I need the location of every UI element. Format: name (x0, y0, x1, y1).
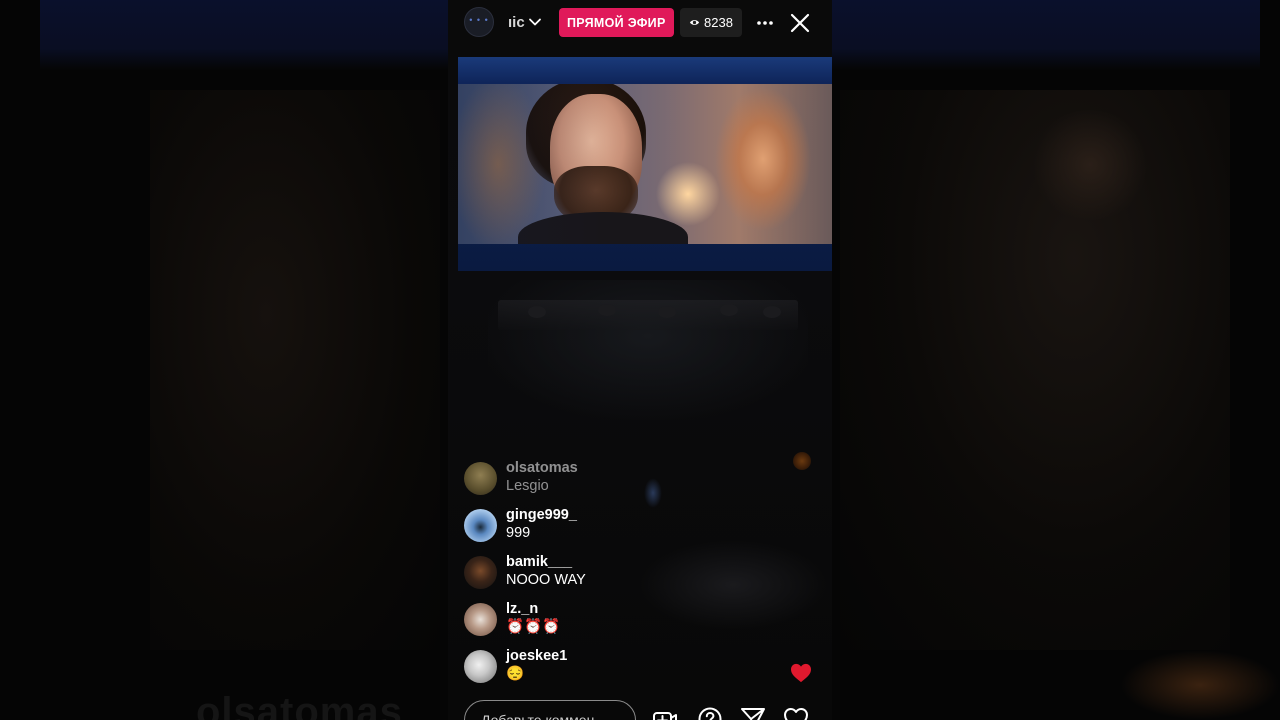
comment-text: 😔 (506, 666, 525, 682)
background-username-blur: olsatomas (196, 690, 403, 720)
more-dots-icon (757, 21, 773, 25)
live-badge: ПРЯМОЙ ЭФИР (559, 8, 674, 37)
chevron-down-icon[interactable] (528, 15, 542, 29)
more-options-button[interactable] (754, 12, 776, 34)
comment-username[interactable]: bamik___ (506, 553, 572, 571)
comment-item: olsatomas Lesgio (464, 456, 764, 503)
avatar[interactable] (464, 509, 497, 542)
video-frame-content (458, 84, 832, 244)
live-stream-view: • • • ıic ПРЯМОЙ ЭФИР 8238 olsatomas Les… (448, 0, 832, 720)
avatar[interactable] (464, 650, 497, 683)
comments-feed: olsatomas Lesgio ginge999_ 999 bamik___ … (464, 456, 764, 691)
comment-item: ginge999_ 999 (464, 503, 764, 550)
live-badge-label: ПРЯМОЙ ЭФИР (567, 15, 666, 30)
bottom-action-bar (448, 690, 832, 720)
comment-item: bamik___ NOOO WAY (464, 550, 764, 597)
comment-username[interactable]: ginge999_ (506, 506, 577, 524)
close-icon[interactable] (789, 12, 811, 34)
comment-text: ⏰⏰⏰ (506, 619, 561, 635)
avatar[interactable] (464, 462, 497, 495)
question-icon[interactable] (697, 706, 723, 720)
viewer-count-badge[interactable]: 8238 (680, 8, 742, 37)
comment-username[interactable]: olsatomas (506, 459, 578, 477)
comment-username[interactable]: joeskee1 (506, 647, 567, 665)
send-icon[interactable] (740, 706, 766, 720)
comment-text: 999 (506, 525, 531, 541)
heart-like-icon[interactable] (783, 706, 809, 720)
host-avatar[interactable]: • • • (464, 7, 494, 37)
avatar[interactable] (464, 603, 497, 636)
heart-reaction-icon (791, 663, 811, 683)
host-username[interactable]: ıic (508, 14, 525, 31)
add-video-request-icon[interactable] (652, 706, 678, 720)
comment-item: joeskee1 😔 (464, 644, 764, 691)
tv-screen-video (458, 57, 832, 271)
comment-username[interactable]: lz._n (506, 600, 538, 618)
comment-text: NOOO WAY (506, 572, 586, 588)
live-header: • • • ıic ПРЯМОЙ ЭФИР 8238 (448, 0, 832, 48)
comment-input[interactable] (464, 700, 636, 720)
avatar[interactable] (464, 556, 497, 589)
viewer-count: 8238 (704, 15, 733, 30)
avatar-dots-icon: • • • (469, 14, 489, 25)
comment-text: Lesgio (506, 478, 549, 494)
comment-item: lz._n ⏰⏰⏰ (464, 597, 764, 644)
eye-icon (689, 20, 700, 25)
